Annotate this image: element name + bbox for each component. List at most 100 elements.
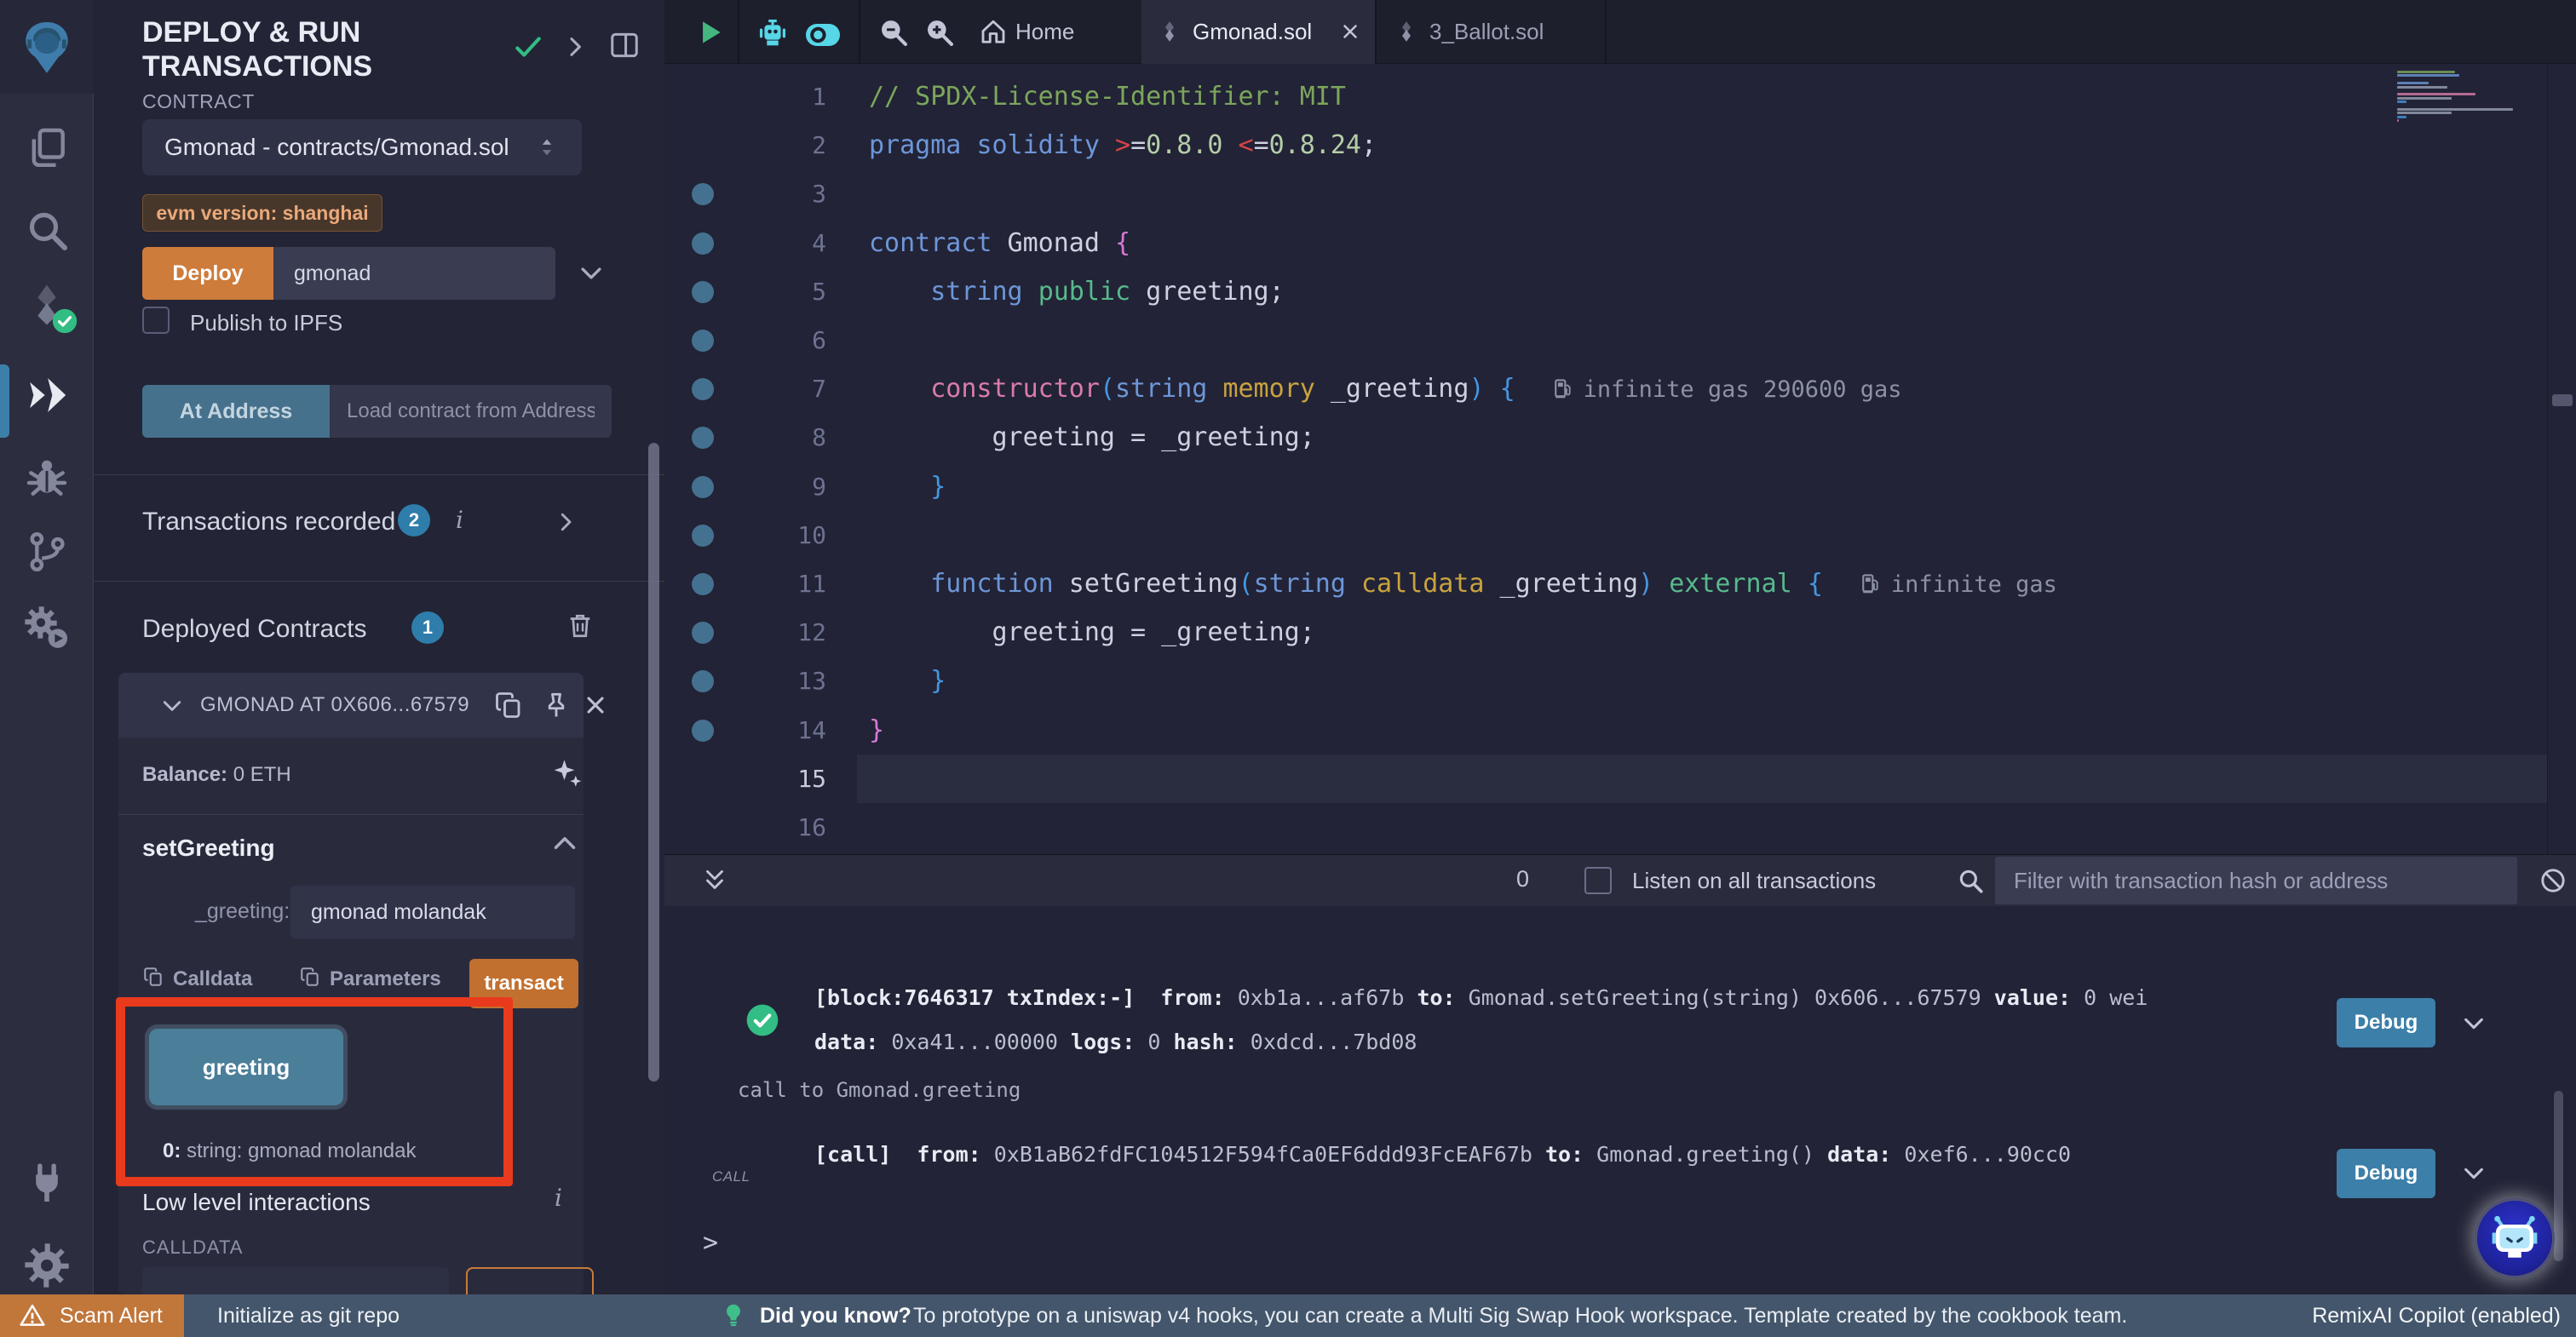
zoom-out-icon[interactable] [877,16,910,49]
gutter-dot-icon[interactable] [692,525,714,547]
code-line-4[interactable]: 4contract Gmonad { [664,219,2547,267]
terminal-filter-input[interactable] [1995,857,2517,904]
at-address-button[interactable]: At Address [142,385,330,438]
code-line-2[interactable]: 2pragma solidity >=0.8.0 <=0.8.24; [664,121,2547,169]
search-icon[interactable] [23,206,71,254]
code-line-5[interactable]: 5 string public greeting; [664,267,2547,316]
greeting-param-input[interactable] [290,886,575,938]
file-explorer-icon[interactable] [23,124,71,172]
gutter-dot-icon[interactable] [692,183,714,205]
code-line-1[interactable]: 1// SPDX-License-Identifier: MIT [664,72,2547,121]
transact-button[interactable]: transact [469,959,578,1008]
plug-icon[interactable] [23,1160,71,1208]
editor-scrollbar-thumb[interactable] [2552,394,2573,406]
code-line-11[interactable]: 11 function setGreeting(string calldata … [664,559,2547,608]
gutter-dot-icon[interactable] [692,330,714,352]
toggle-panel-icon[interactable] [608,29,641,61]
gutter-dot-icon[interactable] [692,720,714,742]
gutter-dot-icon[interactable] [692,378,714,400]
contract-instance-header[interactable]: GMONAD AT 0X606...67579 [118,673,584,737]
low-level-transact-button[interactable] [466,1267,594,1294]
chevron-down-icon[interactable] [577,259,606,288]
terminal-scrollbar-thumb[interactable] [2554,1091,2563,1261]
copy-calldata-icon[interactable] [142,966,164,988]
code-editor[interactable]: 1// SPDX-License-Identifier: MIT2pragma … [664,64,2576,854]
code-line-3[interactable]: 3 [664,169,2547,218]
listen-all-checkbox[interactable] [1584,867,1612,894]
gutter-dot-icon[interactable] [692,573,714,595]
close-tab-icon[interactable] [1339,20,1361,43]
greeting-output: 0: string: gmonad molandak [163,1139,417,1163]
log-entry-text[interactable]: [block:7646317 txIndex:-] from: 0xb1a...… [814,976,2148,1064]
scam-alert-button[interactable]: Scam Alert [0,1294,184,1337]
chevron-down-icon[interactable] [2460,1010,2487,1037]
copilot-toggle-icon[interactable] [802,14,843,50]
terminal-prompt[interactable]: > [703,1228,718,1258]
remix-logo-icon[interactable] [0,0,94,94]
code-line-13[interactable]: 13 } [664,657,2547,705]
run-script-icon[interactable] [693,16,726,49]
code-line-12[interactable]: 12 greeting = _greeting; [664,608,2547,657]
gutter-dot-icon[interactable] [692,670,714,692]
code-line-15[interactable]: 15 [664,755,2547,803]
greeting-call-button[interactable]: greeting [149,1029,343,1105]
tab-gmonad-sol[interactable]: Gmonad.sol [1141,0,1377,64]
code-line-9[interactable]: 9 } [664,462,2547,511]
source-control-icon[interactable] [23,528,71,576]
code-line-14[interactable]: 14} [664,706,2547,755]
chevron-up-icon[interactable] [549,828,580,858]
settings-gear-icon[interactable] [23,1242,71,1289]
calldata-button[interactable]: Calldata [173,967,252,991]
gutter-dot-icon[interactable] [692,232,714,255]
deploy-button[interactable]: Deploy [142,247,273,300]
expand-terminal-icon[interactable] [700,866,729,895]
debug-button[interactable]: Debug [2337,1149,2435,1198]
code-line-7[interactable]: 7 constructor(string memory _greeting) {… [664,364,2547,413]
chevron-down-icon[interactable] [159,693,185,719]
debug-button[interactable]: Debug [2337,998,2435,1047]
init-git-repo-button[interactable]: Initialize as git repo [217,1304,400,1328]
copy-parameters-icon[interactable] [299,966,321,988]
chevron-right-icon[interactable] [561,33,589,60]
pin-icon[interactable] [541,690,572,720]
deploy-and-run-icon[interactable] [23,371,71,419]
tab-3-ballot-sol[interactable]: 3_Ballot.sol [1378,0,1607,64]
gutter-dot-icon[interactable] [692,622,714,644]
copilot-status-label[interactable]: RemixAI Copilot (enabled) [2312,1304,2561,1328]
code-line-8[interactable]: 8 greeting = _greeting; [664,413,2547,462]
solidity-compiler-icon[interactable] [23,281,71,329]
low-level-calldata-input[interactable] [142,1267,449,1294]
gutter-dot-icon[interactable] [692,281,714,303]
transactions-recorded-label: Transactions recorded [142,508,395,537]
ai-robot-icon[interactable] [753,13,792,52]
close-icon[interactable] [582,691,609,719]
parameters-button[interactable]: Parameters [330,967,441,991]
code-line-10[interactable]: 10 [664,511,2547,559]
editor-minimap[interactable] [2394,71,2544,326]
search-icon[interactable] [1956,866,1985,895]
zoom-in-icon[interactable] [923,16,956,49]
log-entry-text[interactable]: [call] from: 0xB1aB62fdFC104512F594fCa0E… [814,1133,2071,1177]
chevron-right-icon[interactable] [553,509,578,535]
ai-sparkles-icon[interactable] [549,756,585,792]
info-icon[interactable]: i [456,506,463,534]
panel-scrollbar[interactable] [648,443,659,1082]
code-line-16[interactable]: 16 [664,803,2547,852]
remixai-copilot-avatar[interactable] [2477,1201,2552,1276]
trash-icon[interactable] [565,610,595,640]
code-line-6[interactable]: 6 [664,316,2547,364]
debugger-icon[interactable] [23,453,71,501]
chevron-down-icon[interactable] [2460,1160,2487,1187]
clear-terminal-icon[interactable] [2539,866,2567,895]
contract-select[interactable]: Gmonad - contracts/Gmonad.sol [142,119,582,175]
home-icon[interactable] [978,17,1009,48]
at-address-input[interactable] [330,385,612,438]
home-label[interactable]: Home [1015,19,1074,45]
deploy-args-input[interactable] [273,247,555,300]
gutter-dot-icon[interactable] [692,476,714,498]
gutter-dot-icon[interactable] [692,427,714,449]
info-icon[interactable]: i [555,1184,562,1212]
plugin-manager-icon[interactable] [23,605,71,652]
copy-icon[interactable] [493,690,524,720]
publish-ipfs-checkbox[interactable] [142,307,170,334]
